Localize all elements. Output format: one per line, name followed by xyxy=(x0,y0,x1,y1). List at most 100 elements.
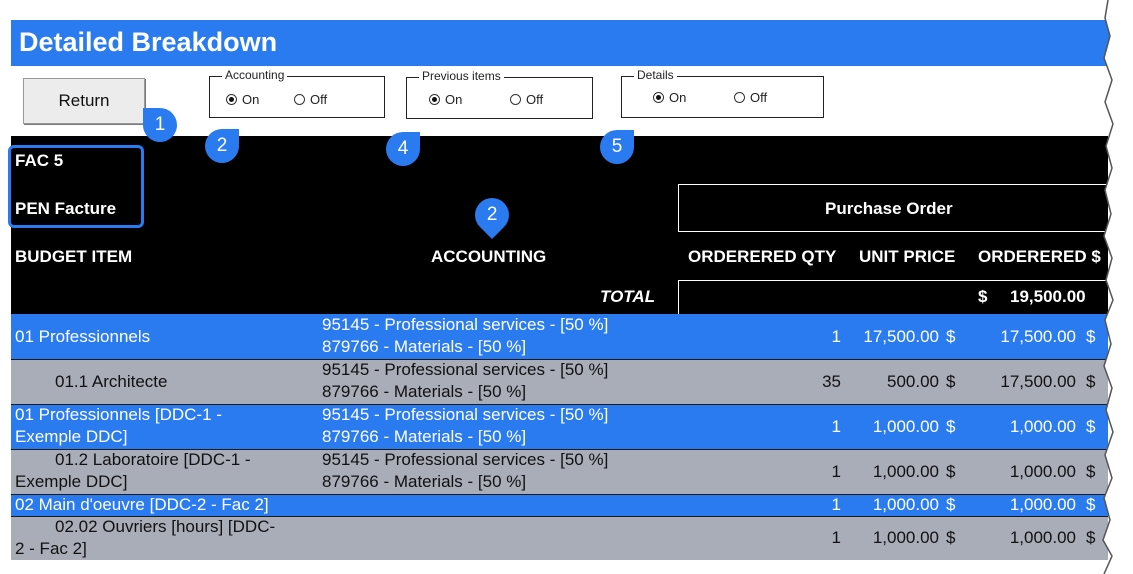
ordered-amount-currency: $ xyxy=(1086,528,1096,547)
accounting-on-label: On xyxy=(242,92,260,107)
details-toggle-group: Details On Off xyxy=(621,68,824,118)
accounting-line: 95145 - Professional services - [50 %] xyxy=(322,315,609,334)
accounting-line: 95145 - Professional services - [50 %] xyxy=(322,450,609,469)
ordered-amount-value: 1,000.00 xyxy=(1009,417,1076,436)
ordered-qty-value: 1 xyxy=(831,417,841,436)
previous-off-radio[interactable]: Off xyxy=(510,92,543,107)
budget-item-label: 01 Professionnels xyxy=(15,327,151,346)
accounting-line: 95145 - Professional services - [50 %] xyxy=(322,405,609,424)
row-divider xyxy=(11,516,1108,517)
ordered-qty-value: 1 xyxy=(831,462,841,481)
previous-on-radio[interactable]: On xyxy=(429,92,462,107)
unit-price-currency: $ xyxy=(946,495,956,514)
budget-item-label-cont: Exemple DDC] xyxy=(15,427,128,446)
previous-items-toggle-group: Previous items On Off xyxy=(406,69,593,119)
table-row[interactable]: 01.2 Laboratoire [DDC-1 - Exemple DDC] 951… xyxy=(11,449,1108,494)
table-row[interactable]: 02 Main d'oeuvre [DDC-2 - Fac 2] 1 1,000.0… xyxy=(11,494,1108,516)
details-legend: Details xyxy=(634,68,677,82)
callout-marker: 4 xyxy=(386,132,420,166)
table-row[interactable]: 01.1 Architecte 95145 - Professional serv… xyxy=(11,359,1108,404)
torn-edge-decoration xyxy=(1102,0,1133,574)
details-off-label: Off xyxy=(750,90,768,105)
return-button[interactable]: Return xyxy=(23,78,145,124)
callout-marker: 2 xyxy=(205,129,239,163)
accounting-on-radio[interactable]: On xyxy=(226,92,259,107)
table-row[interactable]: 02.02 Ouvriers [hours] [DDC- 2 - Fac 2] 1 1… xyxy=(11,516,1108,560)
budget-item-label: 02 Main d'oeuvre [DDC-2 - Fac 2] xyxy=(15,495,269,514)
budget-item-label: 01.2 Laboratoire [DDC-1 - xyxy=(55,450,251,469)
callout-marker: 5 xyxy=(600,130,634,164)
total-currency: $ xyxy=(978,287,988,306)
budget-item-label: 01 Professionnels [DDC-1 - xyxy=(15,405,222,424)
budget-item-label-cont: Exemple DDC] xyxy=(15,472,128,491)
previous-off-label: Off xyxy=(526,92,544,107)
accounting-toggle-group: Accounting On Off xyxy=(209,68,385,118)
page-title: Detailed Breakdown xyxy=(19,27,278,57)
total-label: TOTAL xyxy=(600,287,656,306)
unit-price-value: 17,500.00 xyxy=(863,327,939,346)
unit-price-header: UNIT PRICE xyxy=(859,247,956,266)
title-bar: Detailed Breakdown xyxy=(11,20,1117,66)
ordered-amount-currency: $ xyxy=(1086,417,1096,436)
budget-item-header: BUDGET ITEM xyxy=(15,247,133,266)
accounting-header: ACCOUNTING xyxy=(431,247,547,266)
callout-marker: 1 xyxy=(143,108,177,142)
previous-on-label: On xyxy=(445,92,463,107)
radio-selected-icon xyxy=(429,94,440,105)
unit-price-value: 1,000.00 xyxy=(872,462,939,481)
budget-item-label: 01.1 Architecte xyxy=(55,372,168,391)
ordered-qty-value: 1 xyxy=(831,327,841,346)
ordered-amount-value: 1,000.00 xyxy=(1009,462,1076,481)
ordered-amount-value: 17,500.00 xyxy=(1000,372,1076,391)
ordered-amount-currency: $ xyxy=(1086,372,1096,391)
ordered-amount-currency: $ xyxy=(1086,462,1096,481)
unit-price-value: 1,000.00 xyxy=(872,495,939,514)
accounting-line: 879766 - Materials - [50 %] xyxy=(322,427,527,446)
accounting-line: 95145 - Professional services - [50 %] xyxy=(322,360,609,379)
row-divider xyxy=(11,404,1108,405)
unit-price-currency: $ xyxy=(946,528,956,547)
ordered-amount-header: ORDERERED $ xyxy=(978,247,1101,266)
details-on-label: On xyxy=(669,90,687,105)
unit-price-currency: $ xyxy=(946,327,956,346)
table-row[interactable]: 01 Professionnels [DDC-1 - Exemple DDC] 95… xyxy=(11,404,1108,449)
unit-price-currency: $ xyxy=(946,417,956,436)
ordered-qty-value: 1 xyxy=(831,495,841,514)
accounting-line: 879766 - Materials - [50 %] xyxy=(322,472,527,491)
row-divider xyxy=(11,449,1108,450)
accounting-legend: Accounting xyxy=(222,68,288,82)
row-divider xyxy=(11,494,1108,495)
radio-unselected-icon xyxy=(510,94,521,105)
fac-highlight-box xyxy=(8,145,144,228)
ordered-amount-value: 1,000.00 xyxy=(1009,495,1076,514)
budget-item-label: 02.02 Ouvriers [hours] [DDC- xyxy=(55,517,276,536)
unit-price-value: 1,000.00 xyxy=(872,417,939,436)
ordered-amount-currency: $ xyxy=(1086,495,1096,514)
ordered-amount-value: 17,500.00 xyxy=(1000,327,1076,346)
radio-selected-icon xyxy=(653,92,664,103)
accounting-off-label: Off xyxy=(310,92,328,107)
accounting-off-radio[interactable]: Off xyxy=(294,92,327,107)
details-on-radio[interactable]: On xyxy=(653,90,686,105)
unit-price-currency: $ xyxy=(946,462,956,481)
ordered-amount-value: 1,000.00 xyxy=(1009,528,1076,547)
total-value: 19,500.00 xyxy=(1010,287,1086,306)
accounting-line: 879766 - Materials - [50 %] xyxy=(322,337,527,356)
row-divider xyxy=(11,359,1108,360)
accounting-line: 879766 - Materials - [50 %] xyxy=(322,382,527,401)
radio-unselected-icon xyxy=(294,94,305,105)
radio-unselected-icon xyxy=(734,92,745,103)
radio-selected-icon xyxy=(226,94,237,105)
unit-price-value: 500.00 xyxy=(887,372,939,391)
ordered-qty-value: 1 xyxy=(831,528,841,547)
ordered-qty-value: 35 xyxy=(822,372,841,391)
previous-items-legend: Previous items xyxy=(419,69,504,83)
table-row[interactable]: 01 Professionnels 95145 - Professional se… xyxy=(11,314,1108,359)
unit-price-value: 1,000.00 xyxy=(872,528,939,547)
ordered-qty-header: ORDERERED QTY xyxy=(688,247,837,266)
purchase-order-header: Purchase Order xyxy=(825,199,953,218)
unit-price-currency: $ xyxy=(946,372,956,391)
details-off-radio[interactable]: Off xyxy=(734,90,767,105)
ordered-amount-currency: $ xyxy=(1086,327,1096,346)
budget-item-label-cont: 2 - Fac 2] xyxy=(15,539,87,558)
